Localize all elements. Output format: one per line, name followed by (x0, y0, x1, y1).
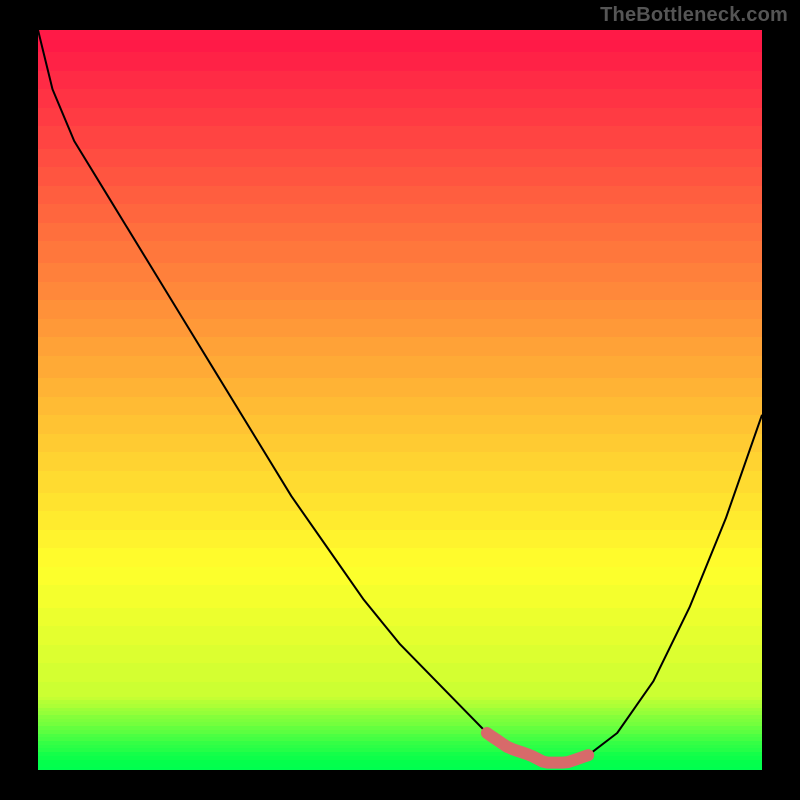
trough-highlight (487, 733, 588, 763)
chart-frame: TheBottleneck.com (0, 0, 800, 800)
plot-area (38, 30, 762, 770)
chart-lines-svg (38, 30, 762, 770)
watermark-text: TheBottleneck.com (600, 4, 788, 27)
bottleneck-curve (38, 30, 762, 763)
